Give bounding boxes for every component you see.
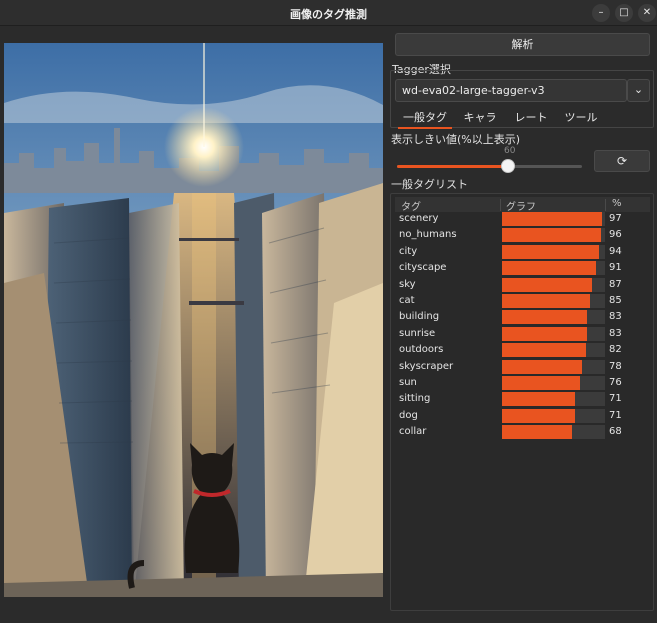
table-row-tag[interactable]: cityscape	[399, 262, 446, 273]
table-row-bar	[502, 310, 588, 324]
table-row-percent: 71	[609, 410, 622, 421]
table-row-percent: 83	[609, 311, 622, 322]
tab-tool[interactable]: ツール	[558, 109, 604, 129]
column-divider	[500, 199, 501, 211]
table-row-percent: 91	[609, 262, 622, 273]
table-row-percent: 85	[609, 295, 622, 306]
table-row-tag[interactable]: sitting	[399, 393, 430, 404]
table-row-tag[interactable]: dog	[399, 410, 418, 421]
analyze-button[interactable]: 解析	[395, 33, 650, 56]
table-row-bar	[502, 294, 590, 308]
table-row-percent: 97	[609, 213, 622, 224]
reset-button[interactable]: ⟳	[594, 150, 650, 172]
table-row-bar	[502, 343, 587, 357]
table-row-tag[interactable]: building	[399, 311, 439, 322]
active-tab-indicator	[398, 127, 452, 129]
table-row-bar	[502, 228, 601, 242]
image-preview	[4, 43, 383, 597]
minimize-icon[interactable]: –	[592, 4, 610, 22]
table-row-percent: 83	[609, 328, 622, 339]
column-header-percent[interactable]: %	[612, 198, 622, 209]
table-row-tag[interactable]: no_humans	[399, 229, 457, 240]
table-row-bar	[502, 245, 599, 259]
threshold-slider-handle[interactable]	[501, 159, 515, 173]
window-title: 画像のタグ推測	[290, 8, 367, 21]
threshold-slider-fill	[397, 165, 508, 168]
table-row-tag[interactable]: collar	[399, 426, 426, 437]
column-header-graph[interactable]: グラフ	[506, 198, 536, 213]
table-row-tag[interactable]: sun	[399, 377, 417, 388]
threshold-value: 60	[504, 146, 516, 156]
table-row-tag[interactable]: city	[399, 246, 417, 257]
table-row-percent: 68	[609, 426, 622, 437]
tab-character[interactable]: キャラ	[456, 109, 504, 129]
table-row-tag[interactable]: sky	[399, 279, 416, 290]
table-row-tag[interactable]: sunrise	[399, 328, 435, 339]
table-row-bar	[502, 261, 596, 275]
table-row-bar	[502, 376, 581, 390]
title-bar: 画像のタグ推測	[0, 0, 657, 26]
table-row-percent: 96	[609, 229, 622, 240]
table-row-bar	[502, 212, 602, 226]
tagger-select[interactable]: wd-eva02-large-tagger-v3	[395, 79, 627, 102]
table-row-bar	[502, 392, 576, 406]
table-row-percent: 78	[609, 361, 622, 372]
table-row-bar	[502, 360, 583, 374]
table-row-tag[interactable]: scenery	[399, 213, 438, 224]
table-row-tag[interactable]: cat	[399, 295, 415, 306]
table-row-percent: 71	[609, 393, 622, 404]
table-row-bar	[502, 425, 573, 439]
table-row-percent: 76	[609, 377, 622, 388]
table-row-bar	[502, 327, 588, 341]
tab-rating[interactable]: レート	[508, 109, 554, 129]
column-header-tag[interactable]: タグ	[401, 198, 421, 213]
table-row-tag[interactable]: skyscraper	[399, 361, 453, 372]
table-row-percent: 87	[609, 279, 622, 290]
table-row-percent: 94	[609, 246, 622, 257]
tab-general[interactable]: 一般タグ	[398, 109, 452, 129]
table-row-percent: 82	[609, 344, 622, 355]
tag-list-label: 一般タグリスト	[391, 178, 468, 191]
close-icon[interactable]: ✕	[638, 4, 656, 22]
maximize-icon[interactable]: □	[615, 4, 633, 22]
threshold-label: 表示しきい値(%以上表示)	[391, 133, 521, 146]
chevron-down-icon[interactable]: ⌄	[627, 79, 650, 102]
table-row-bar	[502, 278, 592, 292]
column-divider	[605, 199, 606, 211]
table-row-bar	[502, 409, 576, 423]
table-row-tag[interactable]: outdoors	[399, 344, 443, 355]
